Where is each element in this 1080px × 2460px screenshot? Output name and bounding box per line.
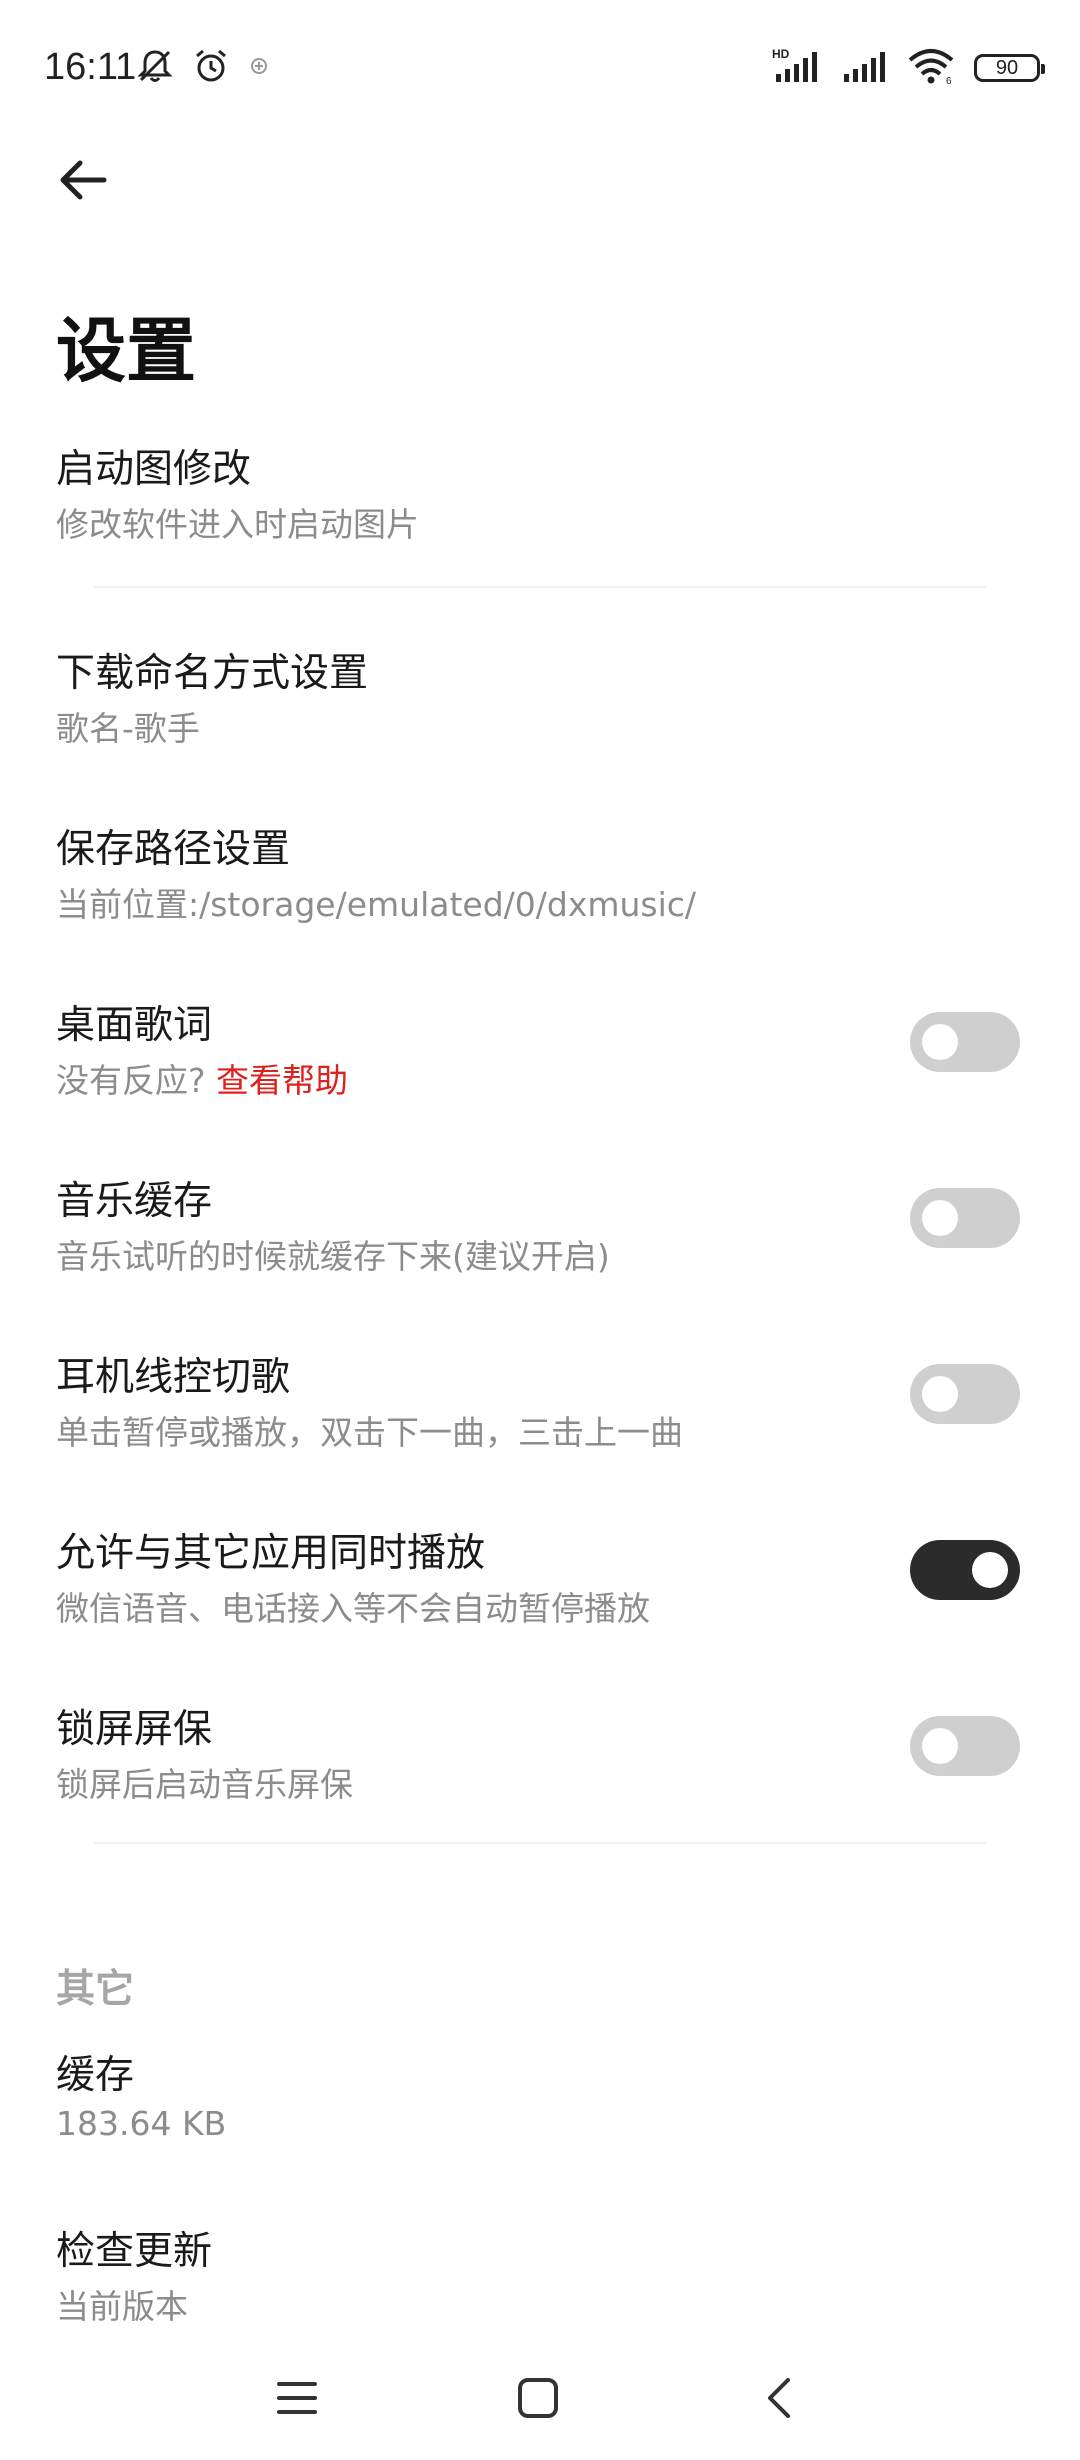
setting-headset-control: 耳机线控切歌 单击暂停或播放，双击下一曲，三击上一曲 [0, 1346, 1080, 1466]
status-right-icons: HD 6 90 [772, 46, 1045, 90]
home-icon [516, 2376, 560, 2424]
toggle-knob [922, 1200, 958, 1236]
back-icon [758, 2376, 802, 2424]
svg-text:6: 6 [946, 76, 952, 86]
wifi-icon: 6 [906, 46, 956, 90]
setting-title: 桌面歌词 [56, 1003, 213, 1048]
alarm-icon [191, 46, 231, 90]
setting-title: 启动图修改 [56, 447, 252, 492]
status-bar: 16:11 HD 6 90 [0, 0, 1080, 140]
desktop-lyrics-toggle[interactable] [910, 1012, 1020, 1072]
setting-subtitle: 锁屏后启动音乐屏保 [56, 1765, 353, 1804]
svg-text:HD: HD [772, 47, 790, 61]
setting-desktop-lyrics: 桌面歌词 没有反应? 查看帮助 [0, 994, 1080, 1114]
setting-subtitle: 当前版本 [56, 2287, 188, 2326]
setting-title: 耳机线控切歌 [56, 1355, 291, 1400]
setting-subtitle-text: 没有反应? [56, 1061, 206, 1100]
setting-title: 锁屏屏保 [56, 1707, 213, 1752]
setting-save-path[interactable]: 保存路径设置 当前位置:/storage/emulated/0/dxmusic/ [0, 818, 1080, 938]
setting-subtitle: 单击暂停或播放，双击下一曲，三击上一曲 [56, 1413, 683, 1452]
setting-splash-image[interactable]: 启动图修改 修改软件进入时启动图片 [0, 438, 1080, 558]
setting-title: 下载命名方式设置 [56, 651, 369, 696]
setting-title: 允许与其它应用同时播放 [56, 1531, 486, 1576]
setting-subtitle: 歌名-歌手 [56, 709, 200, 748]
setting-subtitle: 音乐试听的时候就缓存下来(建议开启) [56, 1237, 610, 1276]
battery-level: 90 [995, 56, 1019, 79]
divider [94, 586, 986, 588]
battery-icon: 90 [974, 54, 1045, 82]
mix-playback-toggle[interactable] [910, 1540, 1020, 1600]
toggle-knob [922, 1376, 958, 1412]
nav-back-button[interactable] [750, 2370, 810, 2430]
arrow-left-icon [56, 152, 112, 212]
setting-subtitle: 当前位置:/storage/emulated/0/dxmusic/ [56, 885, 697, 924]
setting-title: 检查更新 [56, 2229, 213, 2274]
setting-mix-playback: 允许与其它应用同时播放 微信语音、电话接入等不会自动暂停播放 [0, 1522, 1080, 1642]
toggle-knob [972, 1552, 1008, 1588]
music-cache-toggle[interactable] [910, 1188, 1020, 1248]
setting-subtitle: 没有反应? 查看帮助 [56, 1054, 348, 1102]
help-link[interactable]: 查看帮助 [216, 1061, 348, 1100]
nav-menu-button[interactable] [267, 2370, 327, 2430]
lockscreen-toggle[interactable] [910, 1716, 1020, 1776]
setting-title: 保存路径设置 [56, 827, 291, 872]
app-notification-icon [247, 54, 271, 82]
headset-control-toggle[interactable] [910, 1364, 1020, 1424]
bell-muted-icon [135, 46, 175, 90]
section-header-other: 其它 [56, 1967, 135, 2012]
status-left-icons [135, 46, 271, 90]
hd-signal-icon: HD [772, 46, 824, 90]
divider [94, 1842, 986, 1844]
navigation-bar [0, 2340, 1080, 2460]
toggle-knob [922, 1024, 958, 1060]
setting-music-cache: 音乐缓存 音乐试听的时候就缓存下来(建议开启) [0, 1170, 1080, 1290]
setting-check-update[interactable]: 检查更新 当前版本 [0, 2220, 1080, 2340]
setting-lockscreen: 锁屏屏保 锁屏后启动音乐屏保 [0, 1698, 1080, 1818]
setting-download-naming[interactable]: 下载命名方式设置 歌名-歌手 [0, 642, 1080, 762]
signal-icon [842, 46, 888, 90]
setting-subtitle: 修改软件进入时启动图片 [56, 505, 419, 544]
setting-cache[interactable]: 缓存 183.64 KB [0, 2044, 1080, 2164]
setting-subtitle: 微信语音、电话接入等不会自动暂停播放 [56, 1589, 650, 1628]
status-time: 16:11 [44, 46, 137, 88]
back-button[interactable] [52, 150, 116, 214]
page-title: 设置 [56, 310, 196, 392]
nav-home-button[interactable] [508, 2370, 568, 2430]
setting-title: 音乐缓存 [56, 1179, 213, 1224]
menu-icon [275, 2376, 319, 2424]
toggle-knob [922, 1728, 958, 1764]
setting-subtitle: 183.64 KB [56, 2104, 227, 2143]
setting-title: 缓存 [56, 2053, 135, 2098]
